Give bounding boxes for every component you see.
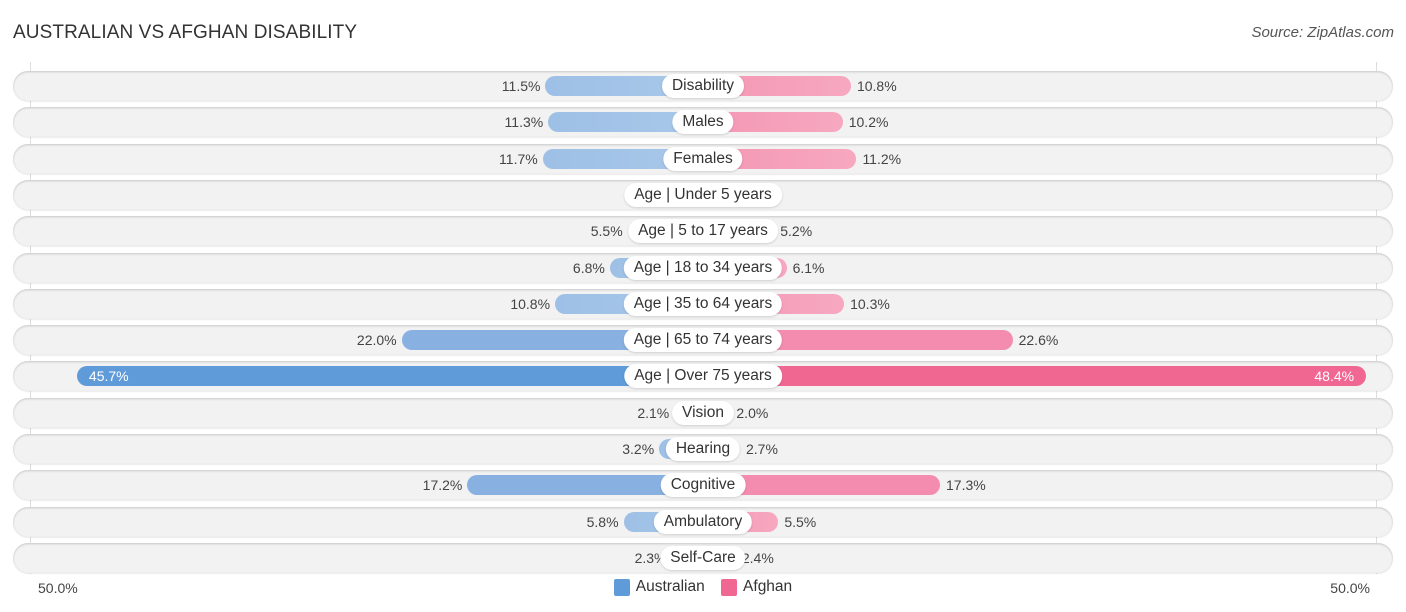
legend-swatch-australian: [613, 578, 630, 596]
value-label-afghan: 10.8%: [856, 78, 897, 94]
category-label: Disability: [661, 74, 745, 98]
legend-swatch-afghan: [721, 578, 738, 596]
legend: Australian Afghan: [0, 578, 1406, 601]
value-label-afghan: 2.0%: [736, 404, 769, 421]
value-label-afghan: 2.4%: [741, 549, 774, 566]
value-label-afghan: 5.2%: [780, 223, 813, 240]
value-label-australian: 22.0%: [356, 332, 397, 349]
value-label-australian: 45.7%: [88, 368, 129, 385]
value-label-afghan: 17.3%: [946, 477, 986, 494]
value-label-afghan: 48.4%: [1314, 368, 1355, 385]
category-label: Age | 35 to 64 years: [623, 291, 783, 316]
category-label: Self-Care: [660, 545, 746, 570]
category-label: Age | 18 to 34 years: [623, 255, 783, 280]
category-label: Females: [663, 146, 743, 171]
value-label-afghan: 22.6%: [1018, 332, 1059, 349]
bar-afghan[interactable]: [703, 366, 1367, 387]
chart-title: AUSTRALIAN VS AFGHAN DISABILITY: [13, 22, 358, 43]
value-label-afghan: 6.1%: [792, 259, 825, 276]
legend-item-afghan[interactable]: Afghan: [721, 578, 792, 596]
category-label: Hearing: [665, 437, 741, 461]
value-label-australian: 2.1%: [637, 404, 670, 421]
value-label-afghan: 2.7%: [745, 441, 778, 457]
value-label-afghan: 10.2%: [848, 114, 889, 131]
value-label-australian: 5.8%: [586, 513, 619, 530]
category-label: Age | 5 to 17 years: [628, 219, 778, 244]
category-label: Males: [672, 110, 734, 135]
category-label: Vision: [672, 400, 734, 425]
value-label-australian: 10.8%: [510, 295, 551, 312]
value-label-australian: 11.5%: [501, 78, 541, 94]
category-label: Age | 65 to 74 years: [623, 328, 783, 353]
category-label: Cognitive: [660, 473, 746, 498]
value-label-australian: 3.2%: [622, 441, 655, 457]
category-label: Age | Over 75 years: [624, 364, 782, 389]
legend-label-australian: Australian: [635, 578, 705, 595]
source-label: Source: ZipAtlas.com: [1251, 24, 1394, 41]
value-label-afghan: 5.5%: [784, 513, 817, 530]
value-label-australian: 17.2%: [422, 477, 463, 494]
legend-label-afghan: Afghan: [743, 578, 793, 595]
bar-australian[interactable]: [76, 366, 703, 387]
value-label-afghan: 11.2%: [862, 150, 902, 167]
category-label: Ambulatory: [653, 509, 753, 534]
value-label-afghan: 10.3%: [850, 295, 890, 312]
value-label-australian: 11.3%: [504, 114, 544, 131]
category-label: Age | Under 5 years: [624, 182, 782, 207]
value-label-australian: 5.5%: [590, 223, 623, 240]
value-label-australian: 11.7%: [499, 150, 538, 167]
value-label-australian: 6.8%: [572, 259, 605, 276]
legend-item-australian[interactable]: Australian: [613, 578, 705, 596]
